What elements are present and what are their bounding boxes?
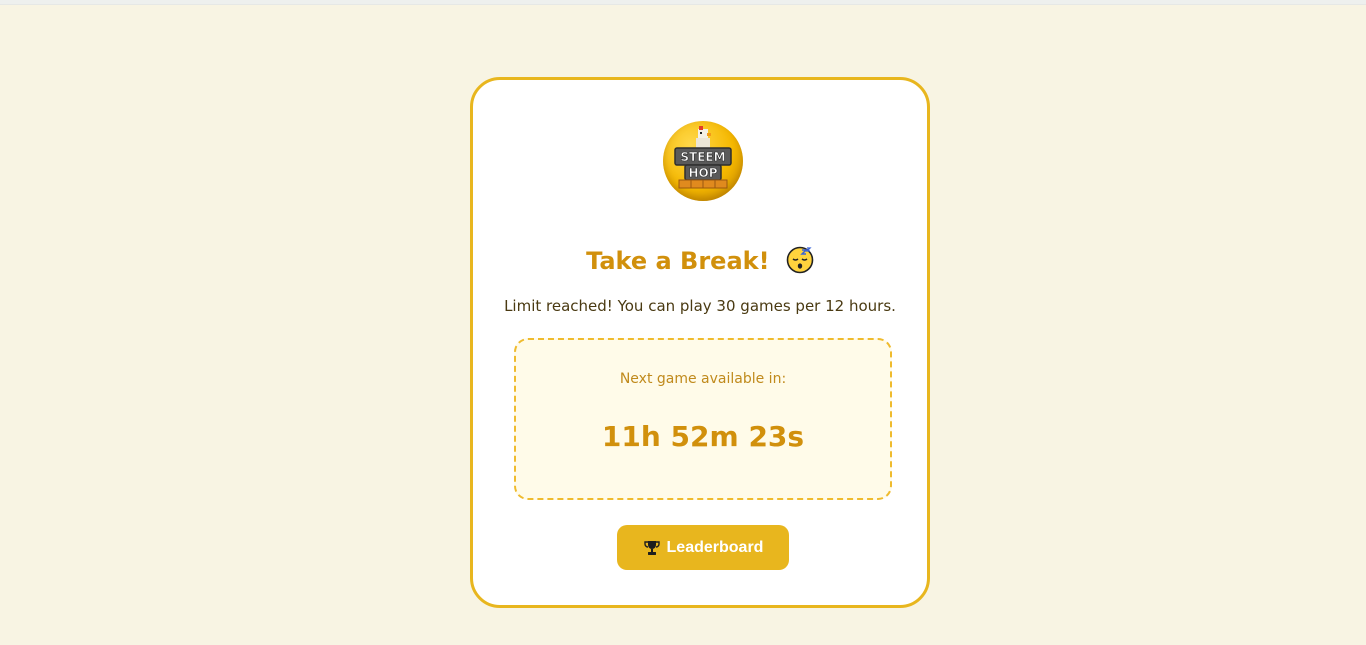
leaderboard-button-label: Leaderboard <box>666 538 764 556</box>
break-title-text: Take a Break! <box>586 247 770 275</box>
countdown-box: Next game available in: 11h 52m 23s <box>514 338 892 500</box>
countdown-value: 11h 52m 23s <box>601 420 805 453</box>
break-title: Take a Break! <box>473 246 927 280</box>
leaderboard-button[interactable]: Leaderboard <box>617 525 789 570</box>
steem-hop-logo: STEEM HOP <box>663 121 743 201</box>
svg-text:HOP: HOP <box>688 166 717 180</box>
sleeping-face-icon <box>786 246 814 280</box>
limit-message: Limit reached! You can play 30 games per… <box>504 297 896 315</box>
rate-limit-card: STEEM HOP Take a Break! Limit reached! Y… <box>470 77 930 608</box>
svg-text:STEEM: STEEM <box>680 150 725 164</box>
top-divider <box>0 0 1366 5</box>
trophy-icon <box>643 539 661 557</box>
countdown-label: Next game available in: <box>619 371 787 387</box>
